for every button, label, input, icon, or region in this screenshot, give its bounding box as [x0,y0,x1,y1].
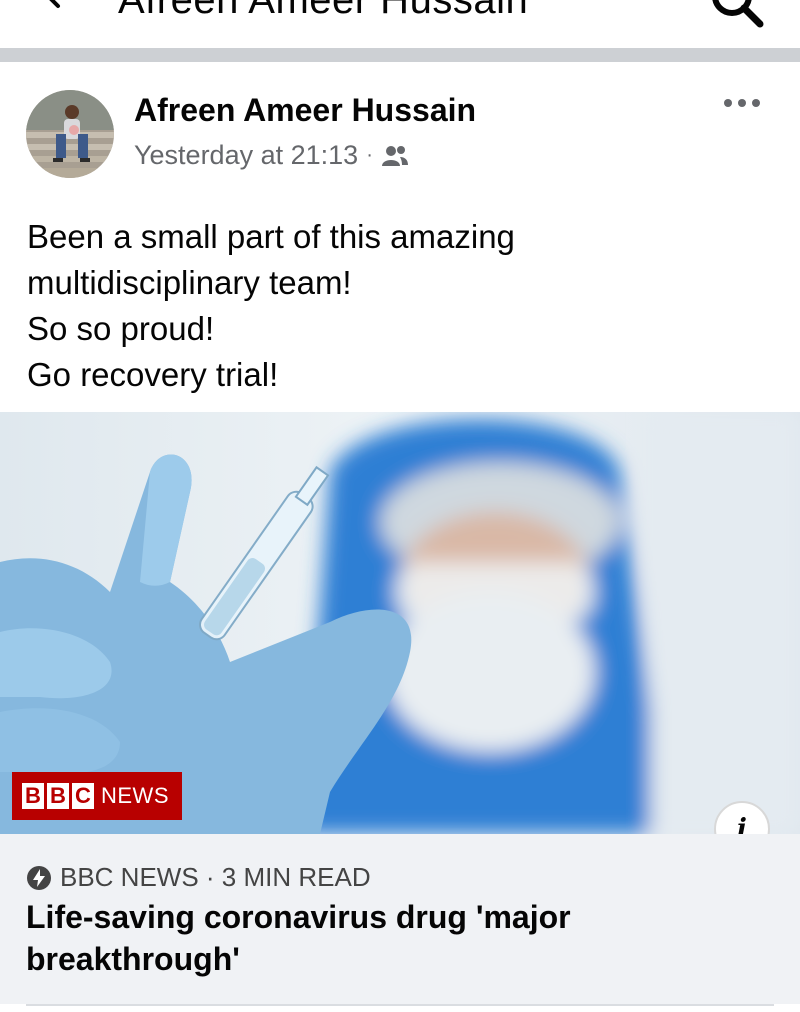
post-text-line: Been a small part of this amazing [27,218,515,255]
top-bar: Afreen Ameer Hussain [0,0,800,48]
search-icon[interactable] [710,0,764,28]
link-preview-image[interactable] [0,412,800,834]
avatar[interactable] [26,90,114,178]
instant-article-icon [27,865,51,890]
link-source-text: BBC NEWS · 3 MIN READ [60,862,371,892]
back-arrow-icon[interactable] [44,0,80,14]
post-text-line: multidisciplinary team! [27,264,352,301]
post-text-line: So so proud! [27,310,215,347]
logo-word: NEWS [101,783,169,808]
page-title: Afreen Ameer Hussain [118,0,529,22]
friends-icon [381,145,408,166]
logo-letter: B [47,783,69,809]
link-headline[interactable]: Life-saving coronavirus drug 'major brea… [26,896,766,980]
bbc-news-logo: B B C NEWS [12,772,182,820]
section-divider [0,48,800,62]
post-text-line: Go recovery trial! [27,356,279,393]
post-timestamp[interactable]: Yesterday at 21:13 [134,140,358,171]
logo-letter: C [72,783,94,809]
bottom-divider [26,1004,774,1006]
post-author[interactable]: Afreen Ameer Hussain [134,92,476,129]
logo-letter: B [22,783,44,809]
post-meta: Yesterday at 21:13 · [134,140,409,171]
more-options-icon[interactable] [722,92,762,114]
post-text: Been a small part of this amazing multid… [27,214,767,398]
meta-separator: · [366,144,373,166]
link-source: BBC NEWS · 3 MIN READ [26,862,371,893]
